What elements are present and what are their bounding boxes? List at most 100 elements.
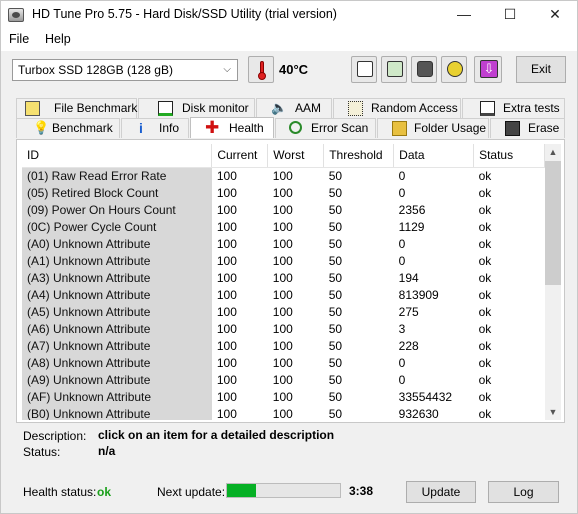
table-row[interactable]: (A1) Unknown Attribute 100 100 50 0 ok [22, 252, 545, 269]
minimize-button[interactable]: — [441, 1, 487, 29]
maximize-button[interactable]: ☐ [487, 1, 533, 29]
cell-threshold: 50 [328, 321, 343, 336]
scroll-down-icon[interactable]: ▼ [545, 404, 561, 420]
table-scrollbar[interactable]: ▲ ▼ [545, 144, 561, 420]
cell-threshold: 50 [328, 253, 343, 268]
cell-id: (05) Retired Block Count [22, 184, 212, 201]
col-header-data[interactable]: Data [393, 144, 475, 168]
cell-status: ok [478, 304, 492, 319]
tab-disk-monitor-label: Disk monitor [182, 101, 249, 115]
health-status-label: Health status: [23, 485, 97, 499]
table-row[interactable]: (01) Raw Read Error Rate 100 100 50 0 ok [22, 167, 545, 184]
table-row[interactable]: (A6) Unknown Attribute 100 100 50 3 ok [22, 320, 545, 337]
smart-table-wrap[interactable]: ID Current Worst Threshold Data Status (… [22, 144, 545, 420]
cell-worst: 100 [272, 372, 293, 387]
cell-current: 100 [216, 202, 237, 217]
cell-worst: 100 [272, 406, 293, 421]
table-row[interactable]: (A4) Unknown Attribute 100 100 50 813909 ok [22, 286, 545, 303]
temperature-button[interactable] [248, 56, 274, 83]
table-row[interactable]: (AF) Unknown Attribute 100 100 50 33554432 ok [22, 388, 545, 405]
progress-fill [227, 484, 256, 497]
cell-status: ok [478, 219, 492, 234]
scroll-thumb[interactable] [545, 161, 561, 285]
tab-health[interactable]: ✚ Health [190, 117, 274, 138]
health-cross-icon: ✚ [205, 118, 220, 137]
table-row[interactable]: (A8) Unknown Attribute 100 100 50 0 ok [22, 354, 545, 371]
tab-random-access[interactable]: Random Access [333, 98, 461, 118]
tab-extra-tests[interactable]: Extra tests [462, 98, 565, 118]
tab-erase-label: Erase [528, 121, 560, 135]
cell-worst: 100 [272, 168, 293, 183]
tab-info[interactable]: i Info [121, 118, 189, 138]
close-button[interactable]: ✕ [532, 1, 578, 29]
exit-button[interactable]: Exit [516, 56, 566, 83]
tab-folder-usage[interactable]: Folder Usage [377, 118, 489, 138]
cell-current: 100 [216, 406, 237, 421]
table-row[interactable]: (0C) Power Cycle Count 100 100 50 1129 ok [22, 218, 545, 235]
menu-file[interactable]: File [9, 32, 29, 46]
save-down-icon: ⇩ [480, 60, 498, 78]
tab-disk-monitor[interactable]: Disk monitor [138, 98, 255, 118]
menu-help[interactable]: Help [45, 32, 71, 46]
cell-threshold: 50 [328, 406, 343, 421]
table-row[interactable]: (A3) Unknown Attribute 100 100 50 194 ok [22, 269, 545, 286]
drive-select[interactable]: Turbox SSD 128GB (128 gB) ⌵ [12, 59, 238, 81]
options-button[interactable] [441, 56, 467, 83]
cell-id: (A8) Unknown Attribute [22, 354, 212, 371]
cell-threshold: 50 [328, 202, 343, 217]
cell-worst: 100 [272, 270, 293, 285]
title-bar[interactable]: HD Tune Pro 5.75 - Hard Disk/SSD Utility… [1, 1, 577, 29]
tabs-row-bottom: 💡 Benchmark i Info ✚ Health Error Scan F… [1, 117, 577, 138]
thermometer-icon [258, 61, 266, 80]
update-button[interactable]: Update [406, 481, 476, 503]
col-header-id[interactable]: ID [22, 144, 213, 168]
table-row[interactable]: (A9) Unknown Attribute 100 100 50 0 ok [22, 371, 545, 388]
tab-error-scan[interactable]: Error Scan [275, 118, 376, 138]
cell-data: 3 [398, 321, 406, 336]
tab-aam[interactable]: 🔈 AAM [256, 98, 332, 118]
table-row[interactable]: (05) Retired Block Count 100 100 50 0 ok [22, 184, 545, 201]
drive-select-value: Turbox SSD 128GB (128 gB) [18, 63, 173, 77]
screenshot-button[interactable] [411, 56, 437, 83]
table-row[interactable]: (B0) Unknown Attribute 100 100 50 932630 ok [22, 405, 545, 420]
trash-icon [505, 121, 520, 136]
chevron-down-icon: ⌵ [223, 64, 231, 75]
cell-data: 932630 [398, 406, 439, 421]
cell-id: (A7) Unknown Attribute [22, 337, 212, 354]
scroll-up-icon[interactable]: ▲ [545, 144, 561, 160]
cell-status: ok [478, 321, 492, 336]
random-access-icon [348, 101, 363, 116]
copy-text-button[interactable] [351, 56, 377, 83]
log-button[interactable]: Log [488, 481, 559, 503]
table-row[interactable]: (09) Power On Hours Count 100 100 50 2356 ok [22, 201, 545, 218]
benchmark-icon: 💡 [33, 120, 50, 135]
save-button[interactable]: ⇩ [474, 56, 502, 83]
cell-id: (09) Power On Hours Count [22, 201, 212, 218]
col-header-threshold[interactable]: Threshold [323, 144, 395, 168]
health-status-value: ok [97, 485, 112, 499]
col-header-current[interactable]: Current [211, 144, 269, 168]
status-label: Status: [23, 445, 61, 459]
menu-bar: File Help [1, 29, 577, 51]
cell-worst: 100 [272, 219, 293, 234]
col-header-status[interactable]: Status [473, 144, 545, 168]
next-update-progress [226, 483, 341, 498]
cell-status: ok [478, 270, 492, 285]
cell-id: (A0) Unknown Attribute [22, 235, 212, 252]
cell-id: (A1) Unknown Attribute [22, 252, 212, 269]
cell-data: 1129 [398, 219, 425, 234]
tabs-row-top: File Benchmark Disk monitor 🔈 AAM Random… [1, 98, 577, 118]
table-row[interactable]: (A7) Unknown Attribute 100 100 50 228 ok [22, 337, 545, 354]
tab-benchmark[interactable]: 💡 Benchmark [16, 118, 120, 138]
copy-screen-button[interactable] [381, 56, 407, 83]
cell-worst: 100 [272, 304, 293, 319]
tab-erase[interactable]: Erase [490, 118, 565, 138]
col-header-worst[interactable]: Worst [267, 144, 325, 168]
cell-threshold: 50 [328, 389, 343, 404]
table-row[interactable]: (A5) Unknown Attribute 100 100 50 275 ok [22, 303, 545, 320]
cell-worst: 100 [272, 355, 293, 370]
cell-threshold: 50 [328, 338, 343, 353]
cell-worst: 100 [272, 185, 293, 200]
tab-file-benchmark[interactable]: File Benchmark [16, 98, 137, 118]
table-row[interactable]: (A0) Unknown Attribute 100 100 50 0 ok [22, 235, 545, 252]
